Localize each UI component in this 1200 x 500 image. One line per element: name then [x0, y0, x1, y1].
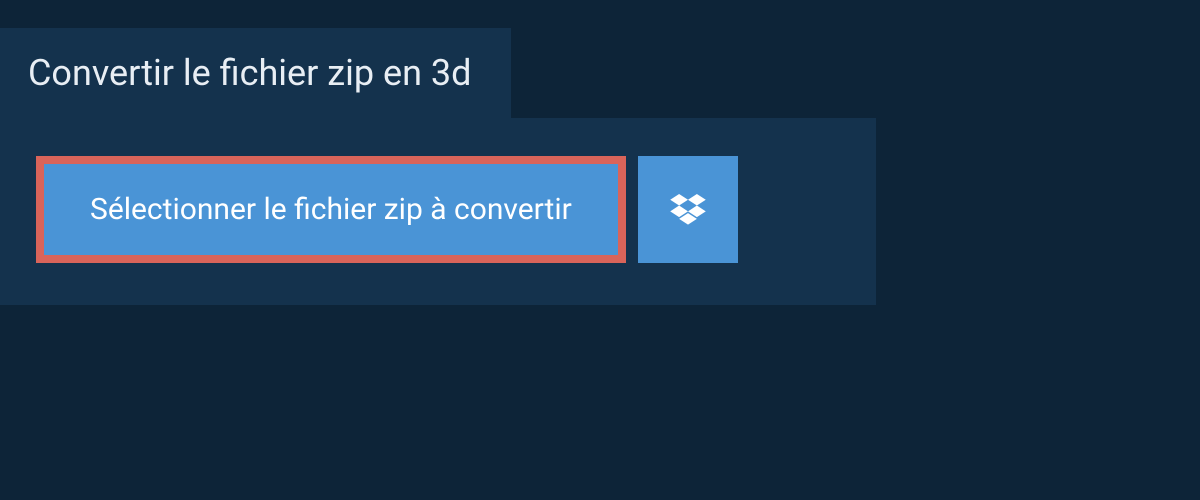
page-title: Convertir le fichier zip en 3d — [28, 52, 471, 94]
button-row: Sélectionner le fichier zip à convertir — [36, 156, 840, 263]
header-tab: Convertir le fichier zip en 3d — [0, 28, 511, 118]
upload-panel: Sélectionner le fichier zip à convertir — [0, 118, 876, 305]
select-file-button[interactable]: Sélectionner le fichier zip à convertir — [36, 156, 626, 263]
dropbox-button[interactable] — [638, 156, 738, 263]
dropbox-icon — [670, 194, 706, 226]
